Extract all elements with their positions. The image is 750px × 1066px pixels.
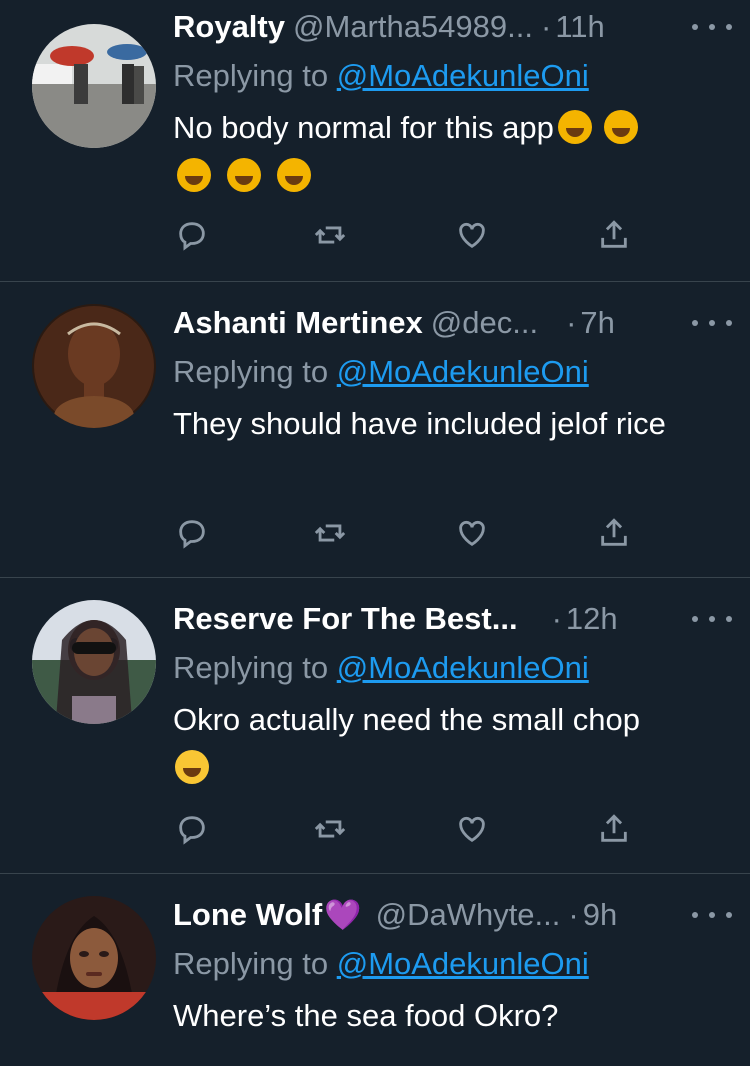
share-icon[interactable] (597, 516, 637, 556)
replying-to-link[interactable]: @MoAdekunleOni (337, 354, 589, 389)
replying-to-link[interactable]: @MoAdekunleOni (337, 58, 589, 93)
retweet-icon[interactable] (313, 218, 353, 258)
replying-to: Replying to @MoAdekunleOni (173, 646, 730, 690)
display-name[interactable]: Lone Wolf (173, 897, 322, 933)
tweet-text: Okro actually need the small chop (173, 696, 718, 792)
avatar[interactable] (32, 600, 156, 724)
user-handle[interactable]: @dec... (431, 305, 538, 341)
avatar[interactable] (32, 304, 156, 428)
more-icon[interactable] (692, 604, 732, 634)
share-icon[interactable] (597, 812, 637, 852)
purple-heart-emoji: 💜 (324, 898, 362, 932)
timestamp[interactable]: 11h (555, 9, 604, 45)
share-icon[interactable] (597, 218, 637, 258)
rofl-emoji (603, 110, 638, 144)
replying-to-link[interactable]: @MoAdekunleOni (337, 946, 589, 981)
more-icon[interactable] (692, 900, 732, 930)
replying-to: Replying to @MoAdekunleOni (173, 942, 730, 986)
tweet-text: No body normal for this app (173, 104, 718, 200)
replying-prefix: Replying to (173, 354, 329, 389)
more-icon[interactable] (692, 12, 732, 42)
retweet-icon[interactable] (313, 516, 353, 556)
tweet-text: They should have included jelof rice (173, 406, 666, 441)
separator-dot: · (568, 897, 579, 932)
tweet-2[interactable]: Ashanti Mertinex @dec... · 7h Replying t… (0, 282, 750, 578)
separator-dot: · (540, 9, 552, 44)
rofl-emoji (277, 158, 311, 192)
tweet-text-body: Okro actually need the small chop (173, 702, 640, 737)
timestamp[interactable]: 12h (566, 601, 618, 637)
like-icon[interactable] (455, 218, 495, 258)
tweet-actions (173, 812, 633, 852)
display-name[interactable]: Ashanti Mertinex (173, 305, 423, 341)
like-icon[interactable] (455, 516, 495, 556)
reply-icon[interactable] (175, 516, 215, 556)
replying-prefix: Replying to (173, 58, 329, 93)
replying-to: Replying to @MoAdekunleOni (173, 54, 730, 98)
rofl-emoji (557, 110, 592, 144)
tweet-text-body: No body normal for this app (173, 110, 554, 145)
tweet-actions (173, 516, 633, 556)
like-icon[interactable] (455, 812, 495, 852)
rofl-emoji (227, 158, 261, 192)
avatar[interactable] (32, 896, 156, 1020)
avatar[interactable] (32, 24, 156, 148)
more-icon[interactable] (692, 308, 732, 338)
display-name[interactable]: Reserve For The Best... (173, 601, 518, 637)
tweet-4[interactable]: Lone Wolf 💜 @DaWhyte... · 9h Replying to … (0, 874, 750, 1066)
tweet-1[interactable]: Royalty @Martha54989... · 11h Replying t… (0, 0, 750, 282)
tweet-text: Where’s the sea food Okro? (173, 998, 559, 1033)
user-handle[interactable]: @Martha54989... (293, 9, 533, 45)
timestamp[interactable]: 7h (580, 305, 614, 341)
replying-to-link[interactable]: @MoAdekunleOni (337, 650, 589, 685)
tweet-3[interactable]: Reserve For The Best... · 12h Replying t… (0, 578, 750, 874)
loudly-crying-emoji (175, 750, 209, 784)
retweet-icon[interactable] (313, 812, 353, 852)
tweet-actions (173, 218, 633, 258)
replying-prefix: Replying to (173, 946, 329, 981)
rofl-emoji (177, 158, 211, 192)
reply-icon[interactable] (175, 812, 215, 852)
replying-to: Replying to @MoAdekunleOni (173, 350, 730, 394)
display-name[interactable]: Royalty (173, 9, 285, 45)
replying-prefix: Replying to (173, 650, 329, 685)
timestamp[interactable]: 9h (583, 897, 617, 933)
reply-icon[interactable] (175, 218, 215, 258)
separator-dot: · (566, 305, 577, 340)
separator-dot: · (551, 601, 562, 636)
user-handle[interactable]: @DaWhyte... (376, 897, 561, 933)
